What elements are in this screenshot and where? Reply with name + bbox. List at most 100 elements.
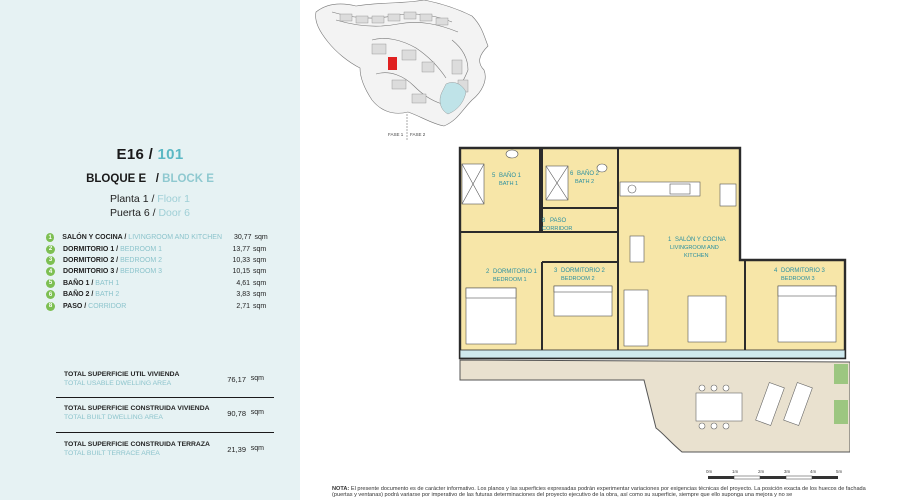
scale-segment <box>785 475 813 480</box>
room-row: 6 BAÑO 2 / BATH 2 3,83 sqm <box>46 289 272 300</box>
room-name-es: DORMITORIO 1 <box>63 245 115 253</box>
room-number-badge: 1 <box>46 233 55 243</box>
room-label-en: CORRIDOR <box>542 226 572 232</box>
room-list: 1 SALÓN Y COCINA / LIVINGROOM AND KITCHE… <box>46 232 272 312</box>
info-panel: E16 / 101 BLOQUE E / BLOCK E Planta 1 / … <box>0 0 300 500</box>
room-unit: sqm <box>254 234 268 242</box>
unit-code-en: 101 <box>157 146 184 163</box>
room-name: DORMITORIO 3 / BEDROOM 3 <box>63 268 163 276</box>
door-label: Puerta 6 <box>110 207 150 219</box>
scale-segment <box>760 476 786 479</box>
room-label-es: BAÑO 1 <box>499 172 522 179</box>
site-map: FASE 1 FASE 2 <box>315 0 489 140</box>
room-name-en: BATH 2 <box>95 291 120 299</box>
room-area: 30,77 <box>233 234 252 242</box>
room-label-es: DORMITORIO 2 <box>561 268 606 274</box>
fase-2-label: FASE 2 <box>410 132 426 137</box>
room-name: DORMITORIO 1 / BEDROOM 1 <box>63 245 163 253</box>
scale-segment <box>812 476 838 479</box>
scale-tick-label: 0m <box>706 469 713 474</box>
room-label-en: KITCHEN <box>684 253 709 259</box>
room-name: BAÑO 2 / BATH 2 <box>63 291 120 299</box>
room-number-badge: 6 <box>46 290 55 300</box>
room-unit: sqm <box>253 268 267 276</box>
floor-label: Planta 1 <box>110 193 149 205</box>
room-unit: sqm <box>253 302 267 310</box>
room-name-en: BEDROOM 2 <box>120 256 163 264</box>
room-label-es: DORMITORIO 3 <box>781 268 826 274</box>
room-area: 2,71 <box>236 302 250 310</box>
room-row: 4 DORMITORIO 3 / BEDROOM 3 10,15 sqm <box>46 266 272 277</box>
total-unit: sqm <box>250 375 264 382</box>
room-label-en: BATH 1 <box>499 181 518 187</box>
room-name-en: LIVINGROOM AND KITCHEN <box>128 234 223 242</box>
window-strip <box>459 349 846 359</box>
total-built-area: TOTAL SUPERFICIE CONSTRUIDA VIVIENDA TOT… <box>64 405 274 421</box>
floor-line: Planta 1 / Floor 1 <box>0 193 300 205</box>
divider <box>56 432 274 433</box>
total-value: 76,17 <box>227 375 246 384</box>
room-label-es: BAÑO 2 <box>577 170 600 177</box>
scale-tick-label: 3m <box>784 469 791 474</box>
block-line: BLOQUE E / BLOCK E <box>0 173 300 185</box>
room-name: BAÑO 1 / BATH 1 <box>63 279 120 287</box>
room-name: SALÓN Y COCINA / LIVINGROOM AND KITCHEN <box>62 234 223 242</box>
room-label-en: BEDROOM 3 <box>781 276 815 282</box>
total-value: 90,78 <box>227 409 246 418</box>
room-name-es: BAÑO 2 <box>63 291 90 299</box>
scale-tick-label: 2m <box>758 469 765 474</box>
unit-code: E16 / <box>116 146 154 163</box>
floor-plan: 5 BAÑO 1 BATH 1 6 BAÑO 2 BATH 2 8 PASO C… <box>458 146 850 453</box>
room-label-es: DORMITORIO 1 <box>493 269 538 275</box>
room-name-en: BEDROOM 3 <box>120 268 163 276</box>
room-row: 8 PASO / CORRIDOR 2,71 sqm <box>46 300 272 311</box>
scale-segment <box>733 475 761 480</box>
room-label-en: BEDROOM 2 <box>561 276 595 282</box>
total-usable-area: TOTAL SUPERFICIE UTIL VIVIENDA TOTAL USA… <box>64 371 274 387</box>
room-label-en: LIVINGROOM AND <box>670 245 719 251</box>
room-unit: sqm <box>253 291 267 299</box>
room-area: 3,83 <box>236 291 250 299</box>
room-name-en: CORRIDOR <box>88 302 127 310</box>
floor-slash: / <box>151 193 155 205</box>
room-name-es: PASO <box>63 302 83 310</box>
room-number-badge: 8 <box>46 301 55 311</box>
door-label-en: Door 6 <box>158 207 190 219</box>
room-name: PASO / CORRIDOR <box>63 302 127 310</box>
total-terrace-area: TOTAL SUPERFICIE CONSTRUIDA TERRAZA TOTA… <box>64 441 274 457</box>
room-name-es: DORMITORIO 2 <box>63 256 115 264</box>
room-name: DORMITORIO 2 / BEDROOM 2 <box>63 256 163 264</box>
unit-title: E16 / 101 <box>0 146 300 163</box>
room-row: 3 DORMITORIO 2 / BEDROOM 2 10,33 sqm <box>46 255 272 266</box>
room-label-es: SALÓN Y COCINA <box>675 236 726 243</box>
legal-note: NOTA: El presente documento es de caráct… <box>332 486 872 500</box>
room-label-en: BATH 2 <box>575 179 594 185</box>
total-value: 21,39 <box>227 445 246 454</box>
note-label: NOTA: <box>332 486 350 492</box>
scale-tick-label: 1m <box>732 469 739 474</box>
room-row: 5 BAÑO 1 / BATH 1 4,61 sqm <box>46 278 272 289</box>
block-slash: / <box>155 173 159 185</box>
room-area: 4,61 <box>236 279 250 287</box>
room-name-en: BEDROOM 1 <box>120 245 163 253</box>
room-number-badge: 4 <box>46 267 55 277</box>
room-name-es: DORMITORIO 3 <box>63 268 115 276</box>
room-unit: sqm <box>253 256 267 264</box>
room-label-es: PASO <box>550 218 567 224</box>
room-row: 2 DORMITORIO 1 / BEDROOM 1 13,77 sqm <box>46 243 272 254</box>
room-row: 1 SALÓN Y COCINA / LIVINGROOM AND KITCHE… <box>46 232 272 243</box>
room-name-es: SALÓN Y COCINA <box>62 234 123 242</box>
room-area: 13,77 <box>232 245 250 253</box>
room-number-badge: 5 <box>46 278 55 288</box>
note-text: El presente documento es de carácter inf… <box>332 486 866 499</box>
total-unit: sqm <box>250 409 264 416</box>
scale-segment <box>708 476 734 479</box>
block-label: BLOQUE E <box>86 173 147 185</box>
room-unit: sqm <box>253 245 267 253</box>
room-name-en: BATH 1 <box>95 279 120 287</box>
selected-unit-marker <box>388 57 397 70</box>
block-label-en: BLOCK E <box>162 173 214 185</box>
room-label-en: BEDROOM 1 <box>493 277 527 283</box>
floor-label-en: Floor 1 <box>157 193 190 205</box>
door-slash: / <box>152 207 156 219</box>
